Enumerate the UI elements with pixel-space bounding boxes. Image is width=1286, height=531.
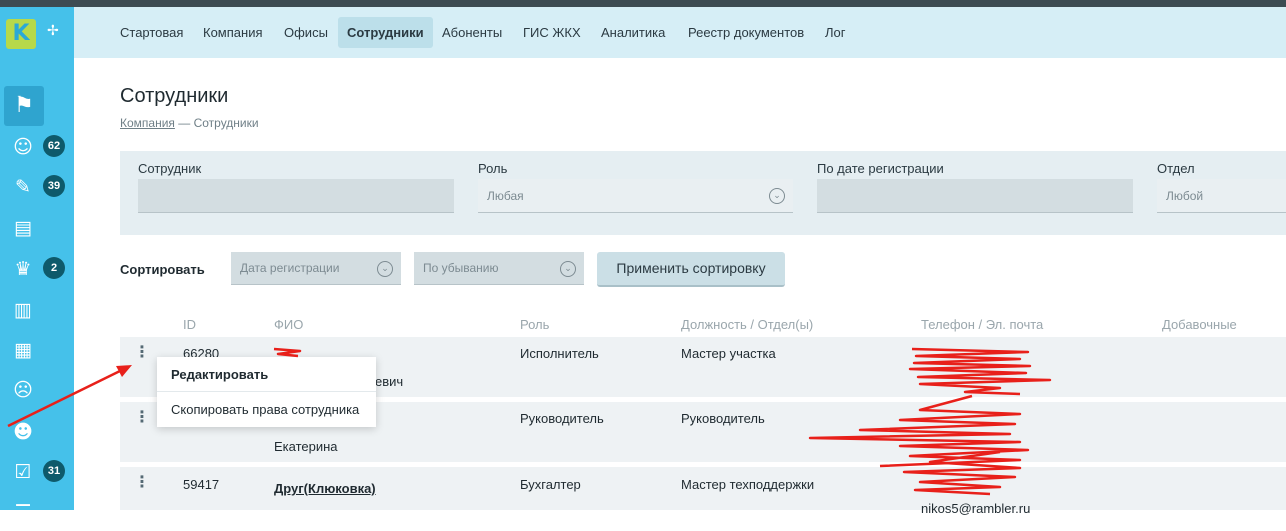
sidebar-item-service[interactable]: ♛ 2 (0, 250, 74, 288)
row-menu-icon[interactable]: ⋮ (134, 409, 150, 425)
sidebar-item-home[interactable]: ⚑ (0, 86, 74, 126)
tab-company[interactable]: Компания (194, 17, 272, 48)
filter-label-employee: Сотрудник (138, 161, 202, 176)
column-header-name: ФИО (274, 317, 304, 332)
tab-start[interactable]: Стартовая (111, 17, 192, 48)
copy-rights-menu-item[interactable]: Скопировать права сотрудника (157, 392, 376, 427)
filter-panel: Сотрудник Роль Любая ⌄ По дате регистрац… (120, 151, 1286, 235)
sort-field-value: Дата регистрации (240, 261, 340, 275)
row-context-menu: Редактировать Скопировать права сотрудни… (157, 357, 376, 427)
list-icon: ☰ (14, 501, 32, 523)
employee-search-input[interactable] (138, 179, 454, 213)
sidebar-item-documents[interactable]: ▤ (0, 209, 74, 247)
documents-icon: ▤ (14, 217, 32, 239)
column-header-position: Должность / Отдел(ы) (681, 317, 814, 332)
sort-label: Сортировать (120, 262, 205, 277)
tab-document-registry[interactable]: Реестр документов (679, 17, 813, 48)
row-position: Мастер участка (681, 346, 776, 361)
role-select[interactable]: Любая ⌄ (478, 179, 793, 213)
sidebar-item-tasks[interactable]: ☑ 31 (0, 453, 74, 491)
chevron-down-icon: ⌄ (769, 188, 785, 204)
page-title: Сотрудники (120, 85, 229, 107)
row-name-line2: евич (375, 374, 404, 389)
filter-label-department: Отдел (1157, 161, 1195, 176)
department-select[interactable]: Любой (1157, 179, 1286, 213)
chevron-down-icon: ⌄ (560, 261, 576, 277)
breadcrumb-link-company[interactable]: Компания (120, 116, 175, 130)
sort-order-select[interactable]: По убыванию ⌄ (414, 252, 584, 285)
checklist-icon: ☑ (14, 461, 32, 483)
row-contact: nikos5@rambler.ru (921, 501, 1031, 516)
registration-date-input[interactable] (817, 179, 1133, 213)
sort-order-value: По убыванию (423, 261, 499, 275)
sidebar-item-list[interactable]: ☰ (0, 493, 74, 531)
filter-label-role: Роль (478, 161, 508, 176)
team-icon: ☻ (13, 421, 33, 443)
row-role: Исполнитель (520, 346, 599, 361)
column-header-id: ID (183, 317, 196, 332)
breadcrumb-current: — Сотрудники (174, 116, 259, 130)
sidebar-item-team[interactable]: ☻ (0, 413, 74, 451)
row-name[interactable]: Друг(Клюковка) (274, 481, 376, 496)
tab-gis-zhkh[interactable]: ГИС ЖКХ (514, 17, 590, 48)
sidebar-item-buildings[interactable]: ▥ (0, 291, 74, 329)
count-badge: 2 (43, 257, 65, 279)
filter-label-date: По дате регистрации (817, 161, 944, 176)
tab-subscribers[interactable]: Абоненты (433, 17, 511, 48)
sidebar: K ✢ ⚑ ☺ 62 ✎ 39 ▤ ♛ 2 ▥ ▦ ☹ ☻ ☑ 31 ☰ (0, 7, 74, 523)
row-menu-icon[interactable]: ⋮ (134, 344, 150, 360)
sidebar-item-requests[interactable]: ✎ 39 (0, 168, 74, 206)
sort-field-select[interactable]: Дата регистрации ⌄ (231, 252, 401, 285)
row-menu-icon[interactable]: ⋮ (134, 474, 150, 490)
chevron-down-icon: ⌄ (377, 261, 393, 277)
sad-face-icon: ☹ (13, 379, 33, 401)
tab-analytics[interactable]: Аналитика (592, 17, 674, 48)
row-id: 59417 (183, 477, 220, 492)
pin-icon[interactable]: ✢ (47, 23, 59, 39)
calculator-icon: ▦ (14, 339, 32, 361)
count-badge: 62 (43, 135, 65, 157)
flag-icon: ⚑ (4, 86, 44, 126)
building-icon: ▥ (14, 299, 32, 321)
sidebar-item-calculator[interactable]: ▦ (0, 331, 74, 369)
row-position: Мастер техподдержки (681, 477, 815, 492)
row-position: Руководитель (681, 411, 765, 426)
breadcrumb: Компания — Сотрудники (120, 116, 259, 130)
table-row[interactable]: ⋮ 59417 Друг(Клюковка) Бухгалтер Мастер … (120, 467, 1286, 516)
users-group-icon: ☺ (13, 136, 33, 158)
tab-employees[interactable]: Сотрудники (338, 17, 433, 48)
app-logo[interactable]: K (6, 19, 36, 49)
count-badge: 39 (43, 175, 65, 197)
service-desk-icon: ♛ (14, 258, 32, 280)
role-select-value: Любая (487, 189, 524, 203)
edit-note-icon: ✎ (15, 176, 31, 198)
top-navigation: Стартовая Компания Офисы Сотрудники Абон… (74, 7, 1286, 58)
column-header-contact: Телефон / Эл. почта (921, 317, 1044, 332)
row-role: Бухгалтер (520, 477, 581, 492)
row-role: Руководитель (520, 411, 604, 426)
column-header-role: Роль (520, 317, 550, 332)
row-name-line2: Екатерина (274, 439, 338, 454)
tab-log[interactable]: Лог (816, 17, 855, 48)
tab-offices[interactable]: Офисы (275, 17, 337, 48)
sidebar-item-complaints[interactable]: ☹ (0, 371, 74, 409)
apply-sort-button[interactable]: Применить сортировку (597, 252, 785, 287)
column-header-extensions: Добавочные (1162, 317, 1237, 332)
count-badge: 31 (43, 460, 65, 482)
window-top-strip (0, 0, 1286, 7)
edit-menu-item[interactable]: Редактировать (157, 357, 376, 392)
sidebar-item-subscribers[interactable]: ☺ 62 (0, 128, 74, 166)
